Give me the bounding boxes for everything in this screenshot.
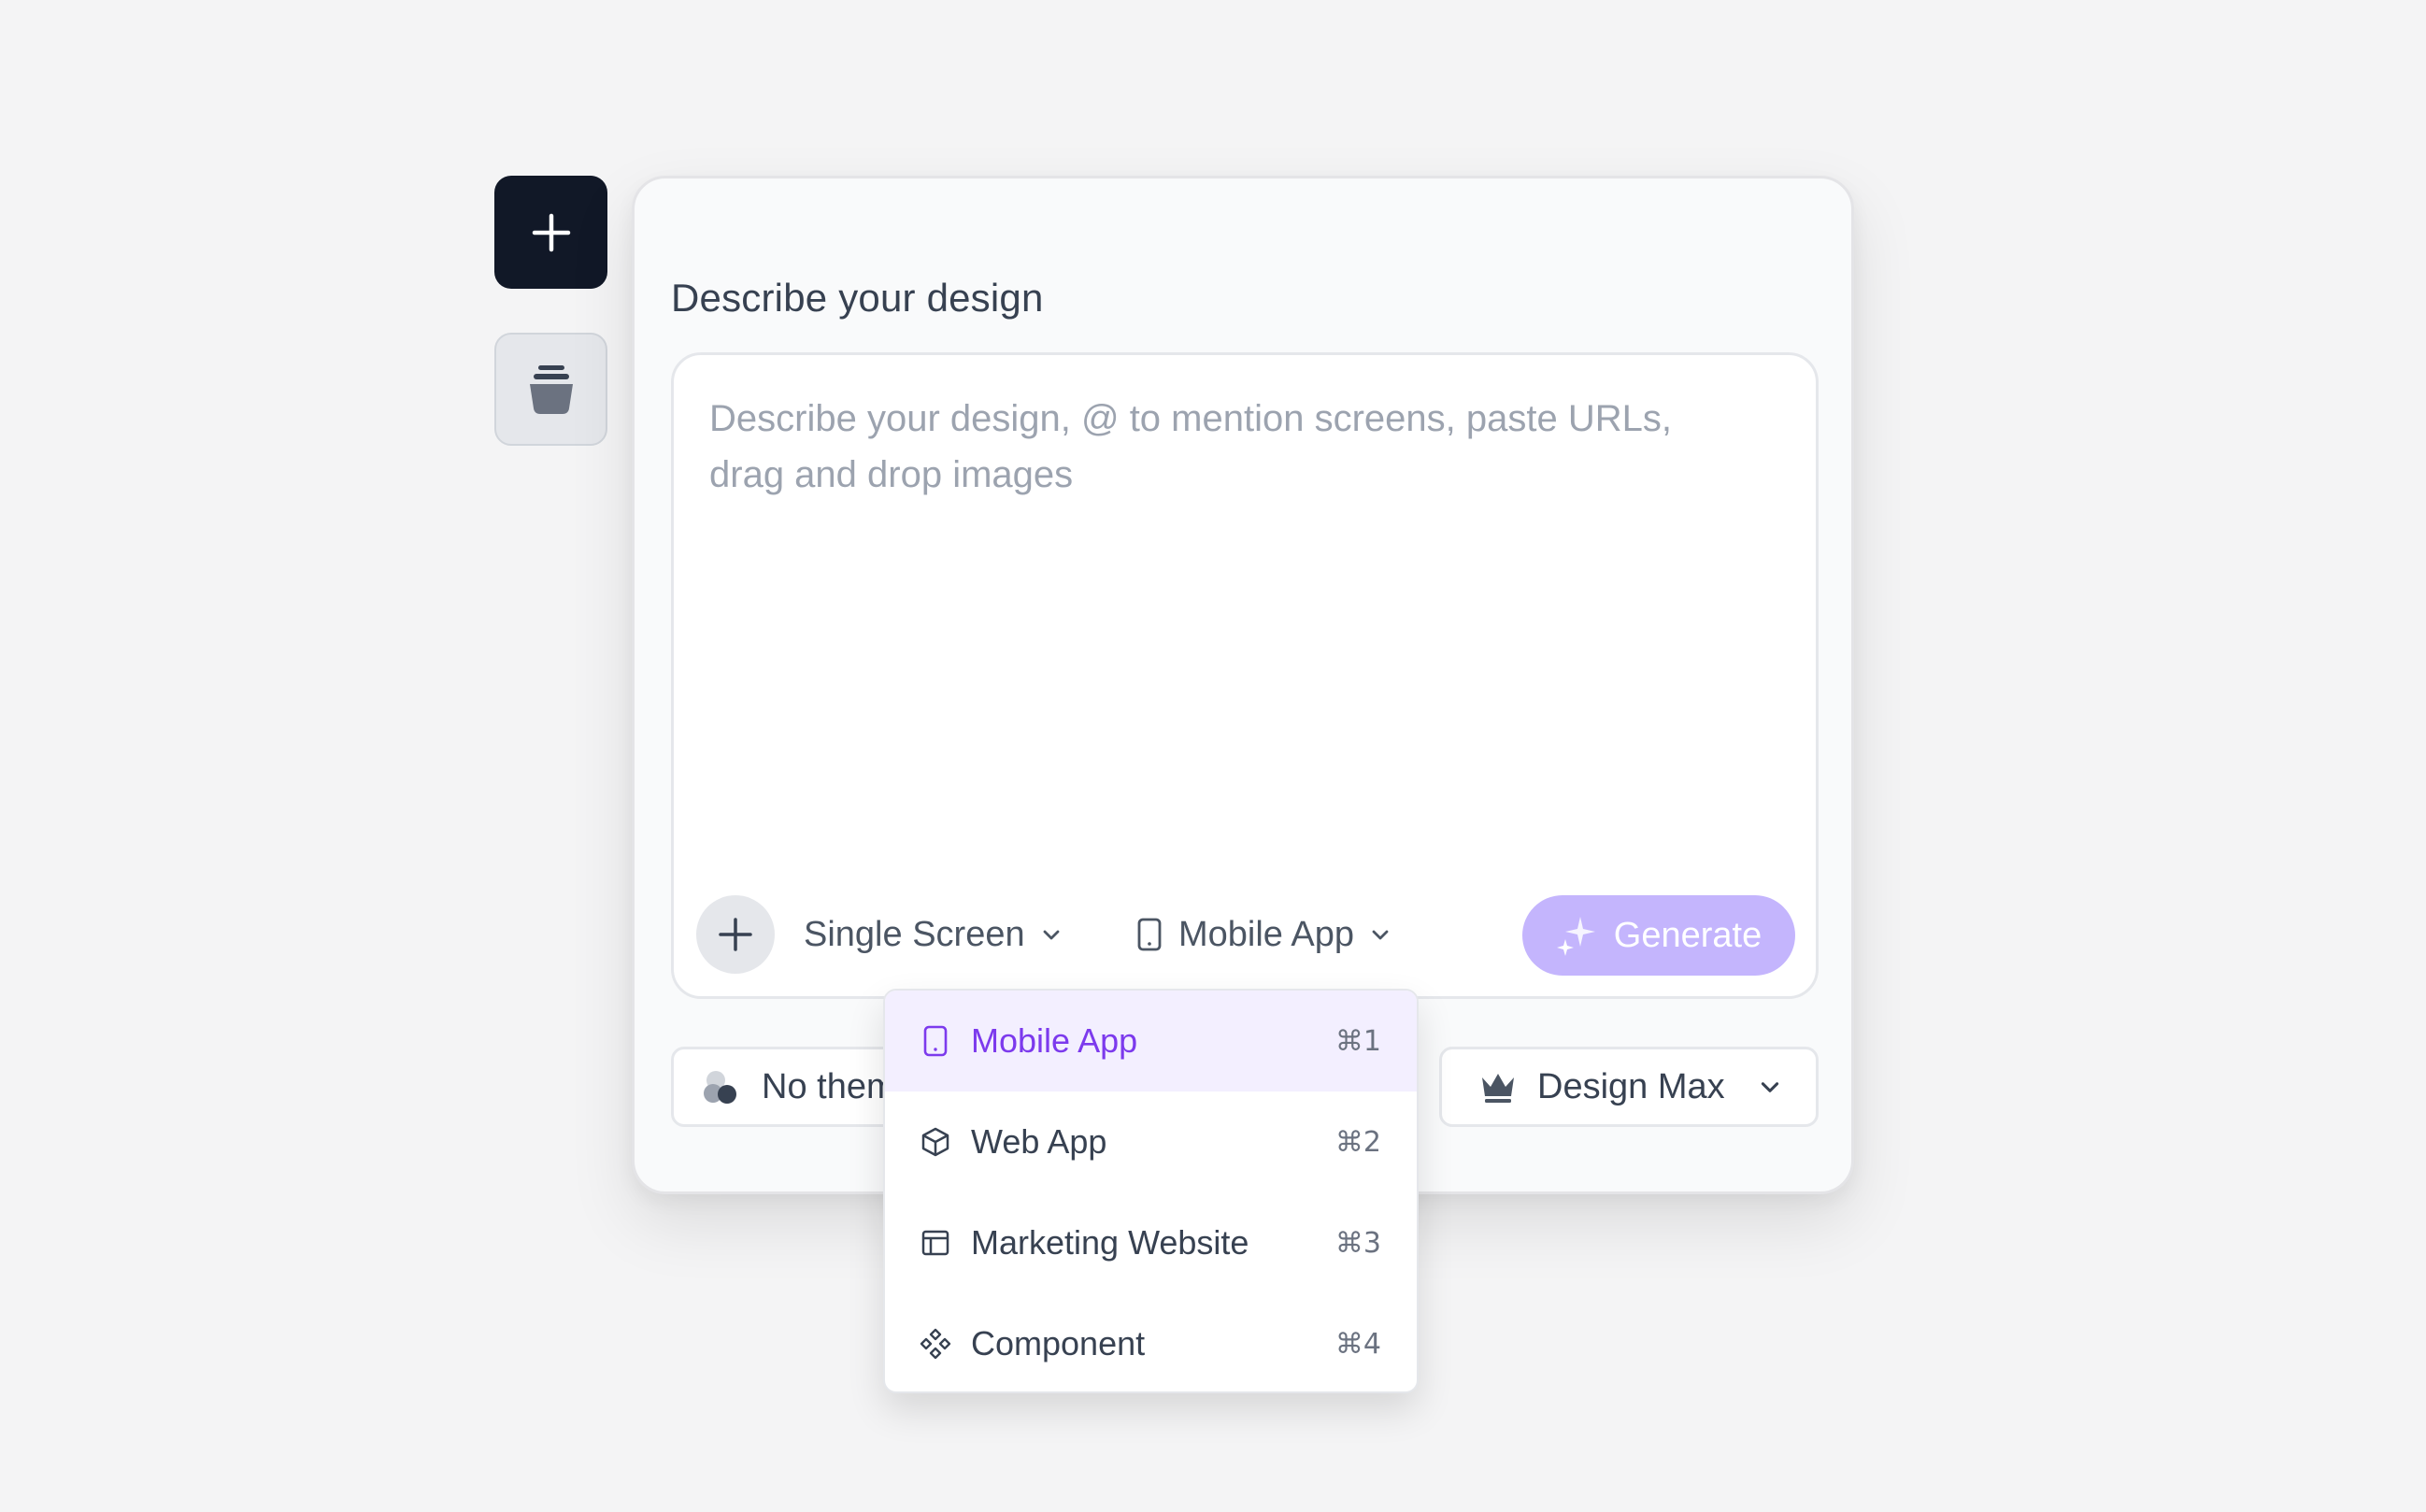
plus-icon <box>532 213 570 251</box>
phone-icon <box>1137 918 1162 951</box>
sparkle-icon <box>1556 917 1595 956</box>
screen-count-select[interactable]: Single Screen <box>804 897 1063 972</box>
option-shortcut: ⌘3 <box>1334 1226 1381 1260</box>
prompt-box: Single Screen Mobile App Generate <box>671 352 1819 999</box>
layout-icon <box>921 1230 949 1256</box>
generate-label: Generate <box>1613 915 1762 955</box>
new-design-button[interactable] <box>494 176 607 289</box>
palette-icon <box>704 1071 736 1104</box>
option-label: Mobile App <box>971 1021 1138 1060</box>
platform-option-marketing-website[interactable]: Marketing Website ⌘3 <box>885 1192 1417 1293</box>
platform-dropdown: Mobile App ⌘1 Web App ⌘2 Marketing Websi… <box>883 989 1419 1393</box>
platform-label: Mobile App <box>1178 914 1355 954</box>
design-prompt-input[interactable] <box>707 389 1679 576</box>
chevron-down-icon <box>1761 1082 1779 1092</box>
option-shortcut: ⌘2 <box>1334 1125 1381 1159</box>
component-icon <box>920 1328 951 1360</box>
option-label: Component <box>971 1324 1146 1362</box>
platform-option-mobile-app[interactable]: Mobile App ⌘1 <box>885 991 1417 1091</box>
model-label: Design Max <box>1537 1066 1725 1106</box>
plus-icon <box>719 918 752 951</box>
model-select[interactable]: Design Max <box>1439 1047 1819 1127</box>
crown-icon <box>1482 1074 1514 1103</box>
platform-option-component[interactable]: Component ⌘4 <box>885 1293 1417 1391</box>
option-label: Marketing Website <box>971 1223 1249 1262</box>
attach-button[interactable] <box>696 895 775 974</box>
phone-icon <box>923 1025 948 1057</box>
chevron-down-icon <box>1372 930 1389 940</box>
platform-option-web-app[interactable]: Web App ⌘2 <box>885 1091 1417 1192</box>
library-button[interactable] <box>494 333 607 446</box>
option-shortcut: ⌘4 <box>1334 1327 1381 1361</box>
option-shortcut: ⌘1 <box>1334 1024 1381 1058</box>
stack-icon <box>529 364 573 414</box>
option-label: Web App <box>971 1122 1107 1161</box>
generate-button[interactable]: Generate <box>1522 895 1795 976</box>
screen-count-label: Single Screen <box>804 914 1025 954</box>
chevron-down-icon <box>1043 930 1059 940</box>
cube-icon <box>921 1127 949 1157</box>
card-title: Describe your design <box>671 276 1044 320</box>
platform-select[interactable]: Mobile App <box>1135 897 1391 972</box>
